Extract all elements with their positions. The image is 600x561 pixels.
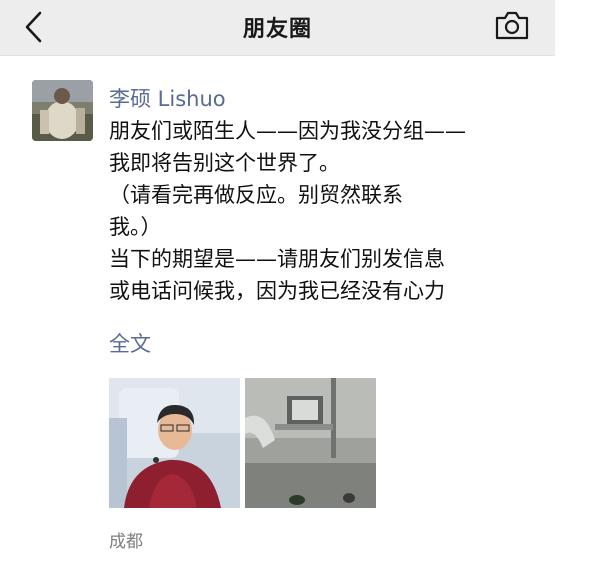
navigation-bar: 朋友圈 <box>0 0 555 55</box>
page-title: 朋友圈 <box>242 17 312 42</box>
camera-icon[interactable] <box>494 8 530 42</box>
post-text-line: （请看完再做反应。别贸然联系 <box>109 183 403 207</box>
post-text: 朋友们或陌生人——因为我没分组—— 我即将告别这个世界了。 （请看完再做反应。别… <box>109 115 549 307</box>
navbar-divider <box>0 55 555 56</box>
post-text-line: 朋友们或陌生人——因为我没分组—— <box>109 119 466 143</box>
post-text-line: 或电话问候我，因为我已经没有心力 <box>109 279 445 303</box>
author-name[interactable]: 李硕 Lishuo <box>109 83 226 113</box>
right-margin <box>555 0 600 561</box>
post-photo-hospital-bed[interactable] <box>109 378 240 508</box>
post-text-line: 我即将告别这个世界了。 <box>109 151 340 175</box>
post-photo-room[interactable] <box>245 378 376 508</box>
photo-image <box>245 378 376 508</box>
post-text-line: 当下的期望是——请朋友们别发信息 <box>109 247 445 271</box>
avatar-image <box>32 80 93 141</box>
photo-image <box>109 378 240 508</box>
location-label[interactable]: 成都 <box>109 527 143 552</box>
full-text-link[interactable]: 全文 <box>109 328 151 358</box>
post-text-line: 我。） <box>109 215 162 239</box>
avatar[interactable] <box>32 80 93 141</box>
